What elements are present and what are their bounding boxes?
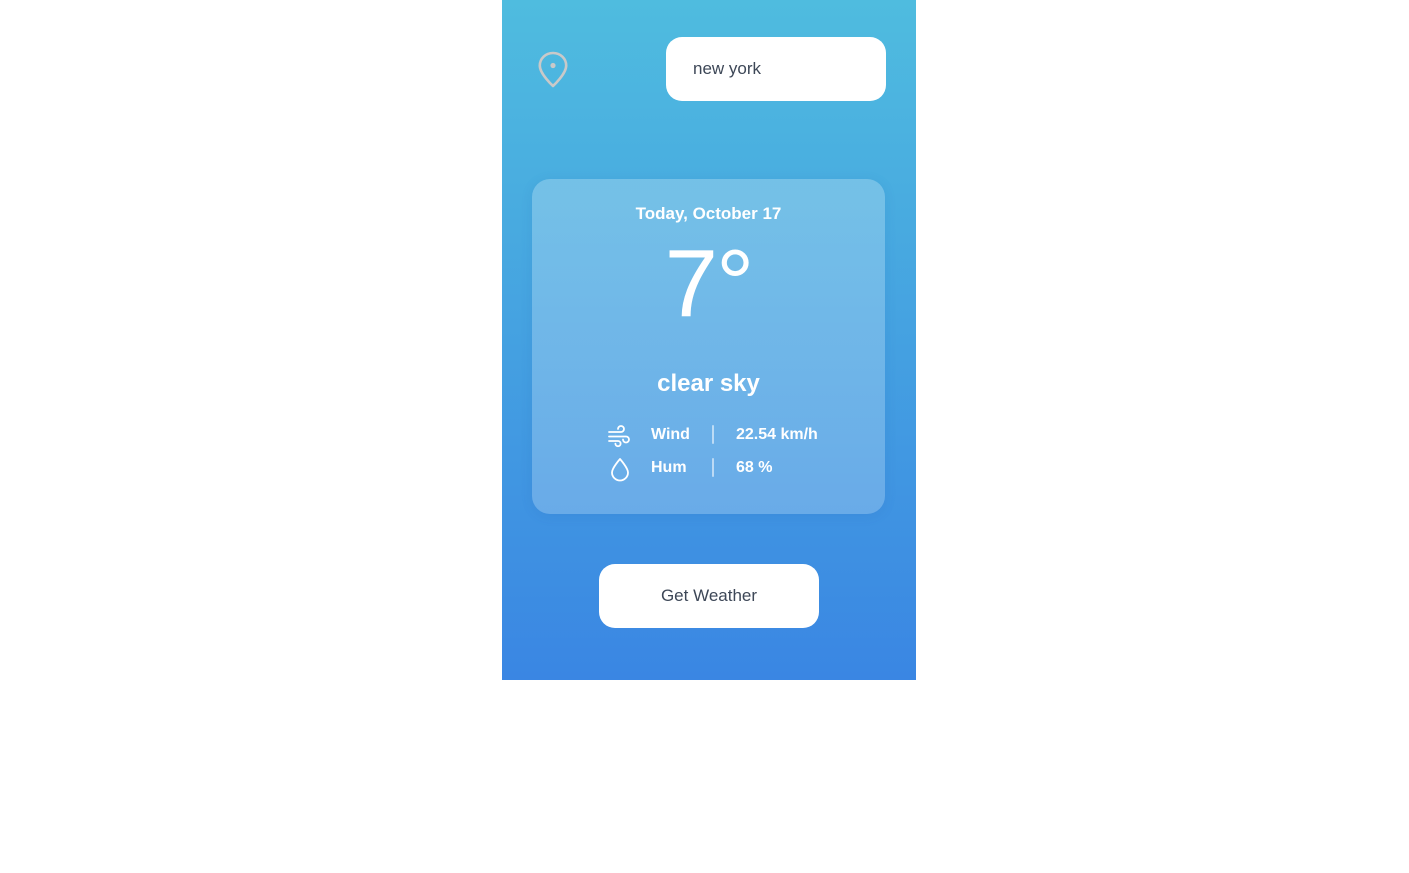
weather-description: clear sky — [657, 370, 760, 397]
droplet-icon — [606, 456, 632, 482]
weather-app: Today, October 17 7° clear sky Wind 22.5… — [502, 0, 916, 680]
city-search-input[interactable] — [666, 37, 886, 101]
weather-card: Today, October 17 7° clear sky Wind 22.5… — [532, 179, 885, 514]
humidity-row: Hum 68 % — [606, 456, 836, 482]
wind-row: Wind 22.54 km/h — [606, 423, 836, 449]
divider — [712, 425, 714, 444]
wind-value: 22.54 km/h — [736, 426, 818, 443]
get-weather-button[interactable]: Get Weather — [599, 564, 819, 628]
wind-icon — [606, 423, 632, 449]
humidity-label: Hum — [651, 459, 687, 476]
divider — [712, 458, 714, 477]
weather-date: Today, October 17 — [635, 204, 782, 223]
location-pin-icon[interactable] — [536, 50, 570, 90]
wind-label: Wind — [651, 426, 690, 443]
temperature-value: 7° — [664, 230, 755, 337]
humidity-value: 68 % — [736, 459, 773, 476]
